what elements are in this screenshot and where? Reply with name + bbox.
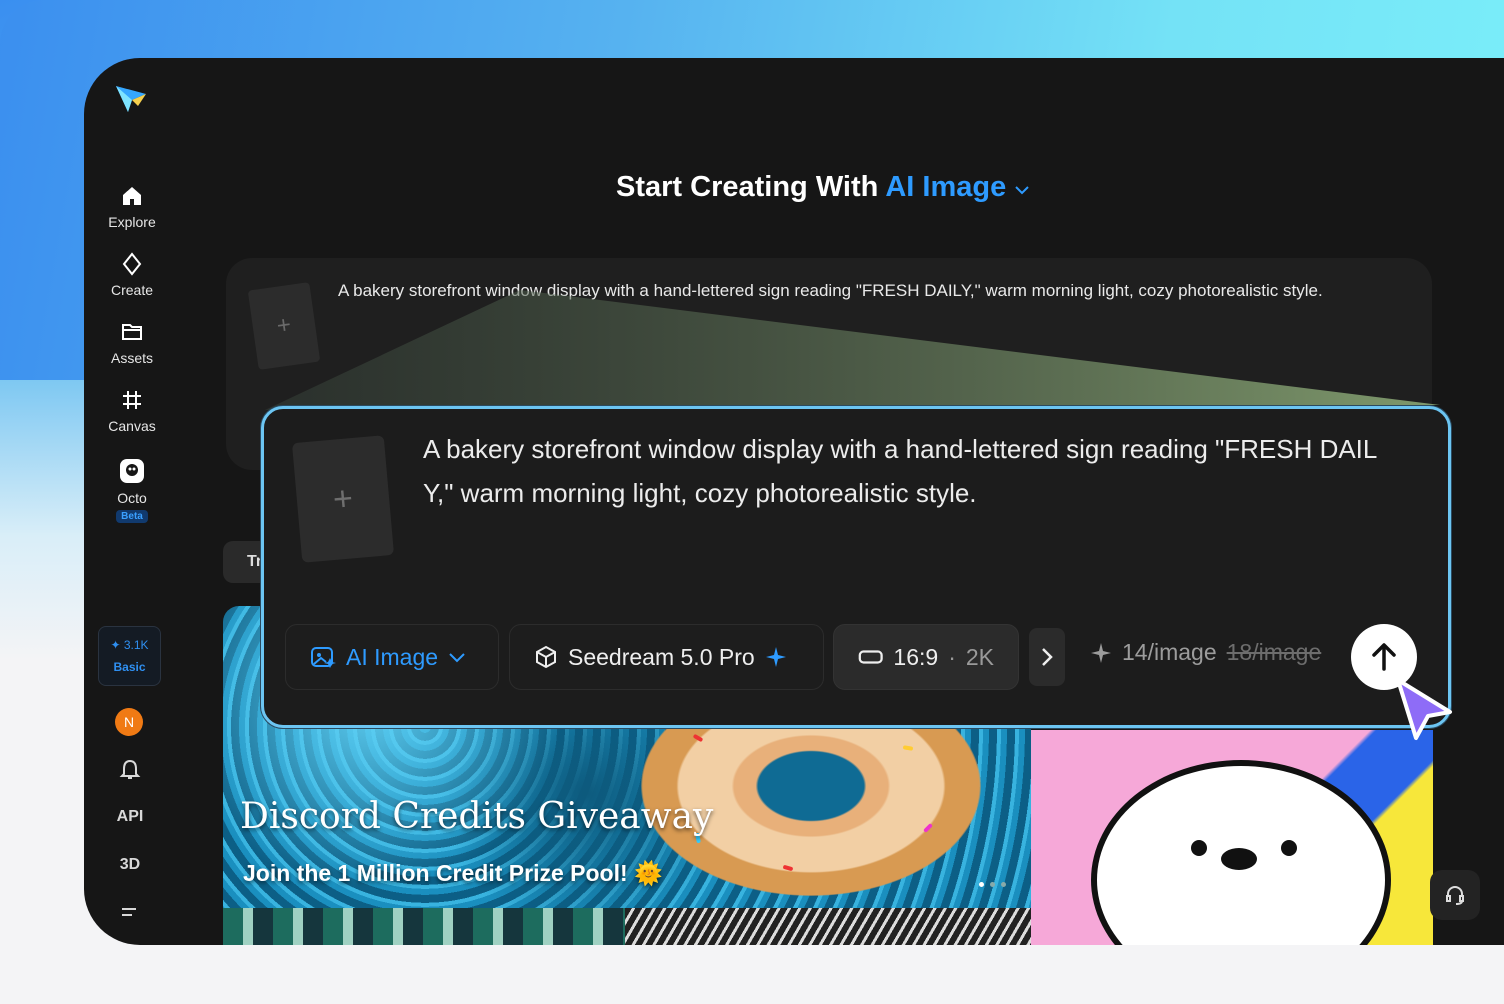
sparkle-icon [1091, 642, 1111, 663]
banner-title: Discord Credits Giveaway [240, 796, 714, 837]
credits-count: ✦ 3.1K [110, 638, 149, 652]
cube-icon [536, 645, 556, 669]
sparkle-icon [122, 252, 142, 276]
prompt-text-small[interactable]: A bakery storefront window display with … [338, 281, 1323, 301]
banner-subtitle: Join the 1 Million Credit Prize Pool! 🌞 [243, 860, 663, 887]
poodle-nose [1221, 848, 1257, 870]
plan-label: Basic [113, 660, 146, 674]
feed-image[interactable] [625, 908, 1031, 945]
image-ai-icon [311, 647, 336, 668]
credits-widget[interactable]: ✦ 3.1K Basic [98, 626, 161, 686]
separator-dot: · [948, 643, 956, 670]
menu-icon[interactable] [120, 906, 138, 922]
sidebar-item-label: Canvas [108, 418, 156, 434]
carousel-dot[interactable] [979, 882, 984, 887]
model-label: Seedream 5.0 Pro [568, 643, 755, 670]
aspect-ratio-selector[interactable]: 16:9 · 2K [833, 624, 1019, 690]
sidebar: Explore Create Assets Canvas Octo Beta ✦… [84, 58, 180, 945]
poodle-eye [1191, 840, 1207, 856]
upload-image-button[interactable]: + [291, 435, 395, 563]
chevron-right-icon [1042, 648, 1053, 666]
feed-image[interactable] [223, 908, 625, 945]
sidebar-item-label: Octo [117, 490, 147, 506]
model-selector[interactable]: Seedream 5.0 Pro [509, 624, 824, 690]
prompt-card-zoomed: + A bakery storefront window display wit… [261, 406, 1451, 728]
page-title: Start Creating With AI Image [616, 171, 1030, 204]
carousel-dots[interactable] [979, 882, 1006, 887]
banner-subtitle-text: Join the 1 Million Credit Prize Pool! [243, 860, 628, 886]
resolution-label: 2K [965, 643, 994, 670]
aspect-ratio-label: 16:9 [893, 643, 939, 670]
aspect-ratio-icon [858, 650, 883, 664]
prompt-text-line: A bakery storefront window display with … [423, 434, 1378, 464]
mode-label: AI Image [346, 643, 439, 670]
mouse-cursor-icon [1396, 678, 1452, 740]
chevron-down-icon [449, 653, 465, 663]
3d-link[interactable]: 3D [104, 856, 156, 874]
mode-dropdown[interactable]: AI Image [285, 624, 499, 690]
prompt-text-line: Y," warm morning light, cozy photorealis… [423, 478, 977, 508]
price-current: 14/image [1122, 639, 1217, 665]
mode-selector-label: AI Image [885, 171, 1007, 203]
sparkle-icon [765, 647, 786, 667]
grid-hash-icon [123, 391, 141, 409]
mode-selector[interactable]: AI Image [885, 171, 1030, 203]
upload-image-button[interactable]: + [247, 282, 321, 370]
sidebar-item-canvas[interactable]: Canvas [84, 388, 180, 434]
sidebar-item-create[interactable]: Create [84, 252, 180, 298]
octo-icon [120, 459, 144, 483]
page-title-text: Start Creating With [616, 171, 879, 203]
sidebar-item-label: Explore [108, 214, 156, 230]
home-icon [123, 187, 141, 205]
sidebar-item-explore[interactable]: Explore [84, 184, 180, 230]
support-button[interactable] [1430, 870, 1480, 920]
sidebar-item-label: Assets [110, 350, 153, 366]
price-info: 14/image 18/image [1090, 639, 1321, 666]
more-options-button[interactable] [1029, 628, 1065, 686]
avatar[interactable]: N [115, 708, 143, 736]
price-original: 18/image [1226, 639, 1322, 665]
sidebar-item-label: Create [110, 282, 154, 298]
carousel-dot[interactable] [990, 882, 995, 887]
carousel-dot[interactable] [1001, 882, 1006, 887]
headset-icon [1446, 886, 1464, 905]
sidebar-item-octo[interactable]: Octo Beta [84, 458, 180, 523]
api-link[interactable]: API [104, 808, 156, 826]
poodle-image[interactable] [1031, 730, 1433, 945]
logo-icon[interactable] [114, 80, 150, 116]
sidebar-item-assets[interactable]: Assets [84, 320, 180, 366]
prompt-input[interactable]: A bakery storefront window display with … [423, 427, 1423, 515]
chevron-down-icon [1015, 186, 1029, 195]
arrow-up-icon [1372, 643, 1396, 671]
beta-badge: Beta [116, 510, 148, 523]
folder-icon [122, 324, 142, 340]
bell-icon[interactable] [119, 758, 141, 782]
poodle-eye [1281, 840, 1297, 856]
sun-emoji: 🌞 [634, 860, 663, 886]
